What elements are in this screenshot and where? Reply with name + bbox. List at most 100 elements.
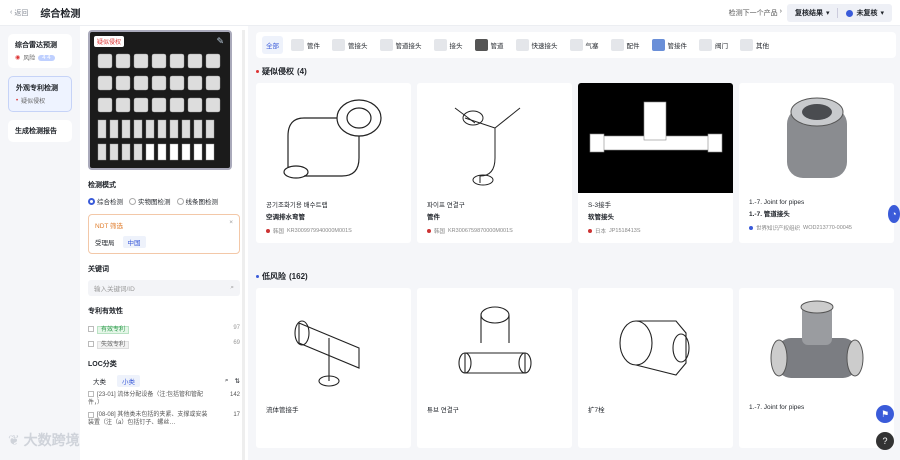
panel-scrollbar[interactable] [242, 30, 245, 460]
back-button[interactable]: ‹ 返回 [10, 8, 28, 18]
category-bar: 全部 管件 管接头 管道接头 接头 管道 快速接头 气塞 配件 管接件 阀门 其… [256, 32, 896, 58]
side-tool-button[interactable]: ◔ [888, 205, 900, 223]
loc-item[interactable]: [08-08] 其他类未包括的夹紧、支撑或安装装置（注（a）包括钉子、螺丝… 17 [88, 411, 240, 427]
result-card[interactable]: 튜브 연결구 [417, 288, 572, 448]
category-item[interactable]: 管接件 [648, 36, 692, 54]
ndt-filter: NDT 筛选 × 受理局 中国 [88, 214, 240, 254]
category-item[interactable]: 配件 [607, 36, 644, 54]
sample-image: 疑似侵权 ✎ [88, 30, 232, 170]
mode-line[interactable]: 线条图检测 [176, 196, 218, 206]
category-item[interactable]: 其他 [736, 36, 773, 54]
checkbox-icon[interactable] [88, 340, 94, 347]
result-card[interactable]: 1.-7. Joint for pipes 1.-7. 管道接头 世界知识产权组… [739, 83, 894, 243]
keyword-label: 关键词 [88, 266, 109, 273]
next-product-button[interactable]: 检测下一个产品 › [729, 8, 782, 18]
sort-icon[interactable]: ⇅ [235, 377, 240, 385]
result-card[interactable]: 파이프 연결구 管件 韩国 KR3006759870000M001S [417, 83, 572, 243]
result-card[interactable]: S-3接手 软管接头 日本 JP1518413S [578, 83, 733, 243]
fitting-icon [291, 39, 304, 51]
nav-generate-report[interactable]: 生成检测报告 [8, 120, 72, 142]
keyword-search-input[interactable]: 输入关键词/ID ⌕ [88, 280, 240, 296]
page-title: 综合检测 [40, 9, 81, 20]
product-image [417, 83, 572, 193]
radio-on-icon [88, 197, 95, 205]
risk-count-pill: 4 4 [38, 54, 55, 61]
edit-image-icon[interactable]: ✎ [216, 36, 224, 47]
loc-item[interactable]: [23-01] 流体分配设备（注:包括管和管配件，） 142 [88, 391, 240, 407]
radio-off-icon [176, 197, 184, 205]
product-image [417, 288, 572, 398]
fitting-icon [515, 39, 529, 51]
checkbox-icon[interactable] [88, 325, 94, 332]
suspected-badge: 疑似侵权 [94, 36, 125, 47]
category-item[interactable]: 管道接头 [376, 36, 426, 54]
category-item[interactable]: 管件 [287, 36, 324, 54]
chevron-down-icon: ▾ [825, 10, 830, 17]
fitting-icon [379, 39, 393, 51]
loc-tab-minor[interactable]: 小类 [117, 375, 140, 387]
bullet-icon [256, 70, 259, 73]
filter-panel: 疑似侵权 ✎ 检测模式 综合检测 实物图检测 线条图检测 NDT 筛选 × 受理… [86, 30, 242, 460]
flag-icon [266, 229, 270, 233]
mode-photo[interactable]: 实物图检测 [129, 196, 171, 206]
fitting-icon [651, 39, 665, 51]
fitting-icon [332, 39, 345, 51]
nav-appearance-patent[interactable]: 外观专利检测 • 疑似侵权 [8, 76, 72, 112]
logo-mark-icon: ❦ [8, 432, 24, 448]
bullet-icon [256, 275, 259, 278]
result-card[interactable]: 流体管接手 [256, 288, 411, 448]
fitting-icon [740, 39, 753, 51]
chevron-right-icon: › [779, 8, 782, 15]
back-arrow-icon: ‹ [10, 9, 13, 16]
flag-icon [427, 229, 431, 233]
product-image [739, 288, 894, 398]
review-box: 复核结果 ▾ 未复核 ▾ [786, 4, 892, 22]
product-image [578, 83, 733, 193]
radio-off-icon [129, 197, 136, 205]
product-image [578, 288, 733, 398]
nav-radar-prediction[interactable]: 综合雷达预测 ◉ 风险 4 4 [8, 34, 72, 68]
search-icon[interactable]: ⌕ [225, 377, 229, 385]
loc-label: LOC分类 [88, 361, 117, 368]
review-status-dropdown[interactable]: 未复核 ▾ [838, 8, 892, 18]
fitting-icon [569, 39, 583, 51]
validity-valid[interactable]: 有效专利 97 [88, 322, 240, 334]
category-item[interactable]: 阀门 [695, 36, 732, 54]
office-tag[interactable]: 中国 [122, 236, 146, 248]
status-dot-icon [846, 9, 854, 17]
product-image [256, 83, 411, 193]
result-card[interactable]: 1.-7. Joint for pipes [739, 288, 894, 448]
flag-icon [749, 226, 753, 230]
feedback-icon[interactable]: ⚑ [876, 405, 894, 423]
category-item[interactable]: 管道 [471, 36, 508, 54]
checkbox-icon[interactable] [88, 411, 94, 418]
loc-tabs: 大类 小类 ⌕ ⇅ [88, 375, 240, 387]
brand-logo: ❦ 大数跨境 [8, 432, 80, 448]
mode-radio-group: 综合检测 实物图检测 线条图检测 [88, 196, 242, 206]
checkbox-icon[interactable] [88, 391, 94, 398]
result-card[interactable]: 공기조화기용 배수트랩 空调排水弯管 韩国 KR3009979940000M001… [256, 83, 411, 243]
loc-tab-major[interactable]: 大类 [88, 375, 111, 387]
category-all[interactable]: 全部 [262, 36, 283, 54]
category-item[interactable]: 气塞 [566, 36, 603, 54]
group-heading-low-risk: 低风险 (162) [256, 271, 308, 282]
category-item[interactable]: 接头 [430, 36, 467, 54]
chevron-down-icon: ▾ [880, 10, 884, 17]
parts-grid-image [97, 53, 221, 161]
close-icon[interactable]: × [229, 219, 233, 226]
bullet-icon: • [16, 97, 19, 104]
review-result-dropdown[interactable]: 复核结果 ▾ [787, 8, 838, 18]
top-bar: ‹ 返回 综合检测 检测下一个产品 › 复核结果 ▾ 未复核 ▾ [0, 0, 900, 26]
category-item[interactable]: 快速接头 [512, 36, 562, 54]
help-icon[interactable]: ? [876, 432, 894, 450]
category-item[interactable]: 管接头 [328, 36, 372, 54]
result-card[interactable]: 扩7栓 [578, 288, 733, 448]
fitting-icon [699, 39, 712, 51]
fitting-icon [433, 39, 447, 51]
product-image [739, 83, 894, 193]
validity-invalid[interactable]: 失效专利 69 [88, 337, 240, 349]
results-area: 全部 管件 管接头 管道接头 接头 管道 快速接头 气塞 配件 管接件 阀门 其… [248, 26, 900, 460]
search-icon[interactable]: ⌕ [230, 284, 234, 292]
left-nav: 综合雷达预测 ◉ 风险 4 4 外观专利检测 • 疑似侵权 生成检测报告 [0, 26, 80, 460]
mode-comprehensive[interactable]: 综合检测 [88, 196, 123, 206]
